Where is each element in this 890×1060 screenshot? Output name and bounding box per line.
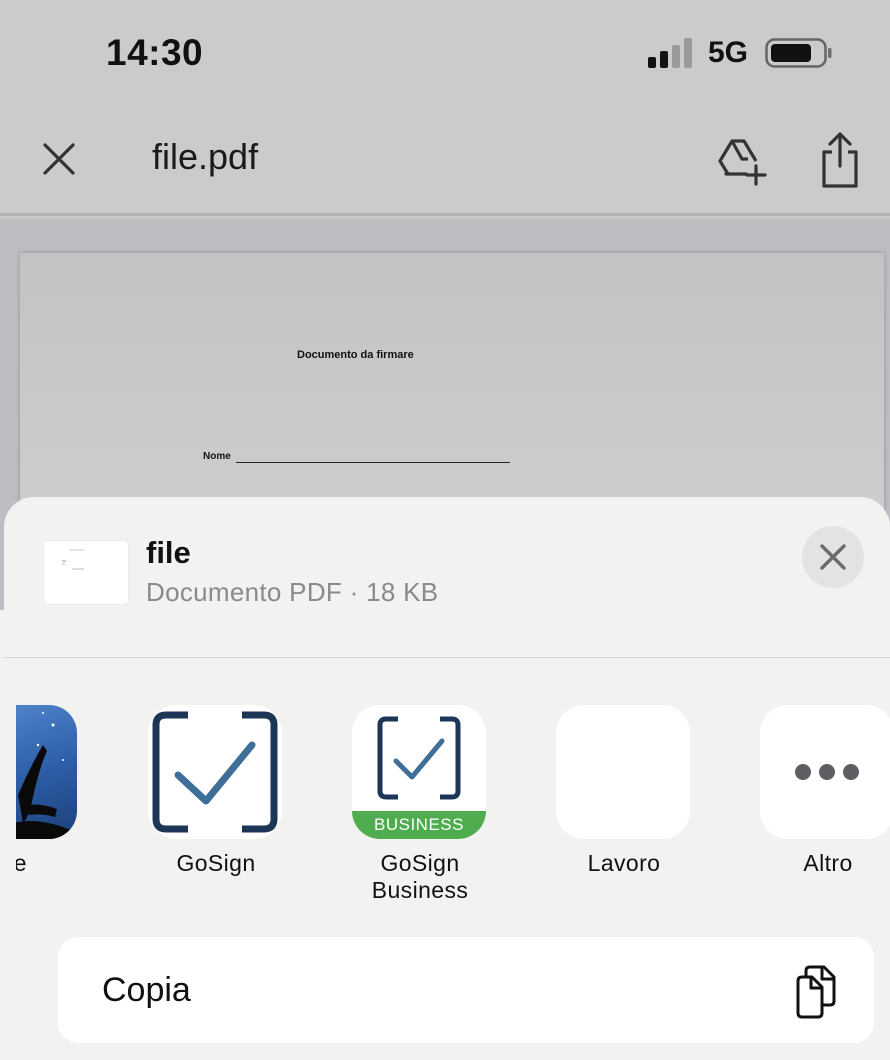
share-app-label: Altro <box>803 850 853 876</box>
share-file-title: file <box>146 535 191 570</box>
network-type: 5G <box>708 36 749 69</box>
copy-action-label: Copia <box>102 971 191 1009</box>
gosign-business-icon: BUSINESS <box>352 705 486 839</box>
more-icon <box>760 705 890 839</box>
battery-icon <box>765 38 832 68</box>
share-sheet-close-button[interactable] <box>802 526 864 588</box>
share-app-row[interactable]: dle GoSign BUSINESS <box>16 658 890 908</box>
lavoro-icon <box>556 705 690 839</box>
share-app-kindle[interactable]: dle <box>16 705 79 876</box>
business-badge: BUSINESS <box>352 811 486 839</box>
viewer-toolbar: file.pdf <box>0 110 890 216</box>
share-app-label: dle <box>16 850 27 876</box>
share-app-gosign[interactable]: GoSign <box>148 705 284 876</box>
thumbnail-preview-icon <box>62 549 84 570</box>
status-bar: 14:30 5G <box>0 0 890 110</box>
share-icon[interactable] <box>818 130 862 190</box>
copy-icon <box>796 965 836 1019</box>
document-name-label: Nome <box>203 451 231 462</box>
cellular-signal-icon <box>648 38 692 68</box>
status-time: 14:30 <box>106 32 204 73</box>
share-file-subtitle: Documento PDF · 18 KB <box>146 577 439 607</box>
file-title: file.pdf <box>152 136 259 177</box>
close-icon <box>820 544 846 570</box>
file-thumbnail <box>44 541 128 604</box>
kindle-icon <box>16 705 77 839</box>
share-app-more[interactable]: Altro <box>760 705 890 876</box>
document-name-line <box>236 462 510 463</box>
share-app-label: GoSign Business <box>371 850 469 903</box>
share-app-lavoro[interactable]: Lavoro <box>556 705 692 876</box>
add-to-drive-icon[interactable] <box>714 134 768 188</box>
close-viewer-button[interactable] <box>36 136 82 182</box>
copy-action[interactable]: Copia <box>58 937 874 1043</box>
gosign-icon <box>148 705 282 839</box>
share-app-label: Lavoro <box>587 850 661 876</box>
close-icon <box>43 143 75 175</box>
share-sheet: file Documento PDF · 18 KB dle <box>4 497 890 1060</box>
share-app-label: GoSign <box>176 850 256 876</box>
document-heading: Documento da firmare <box>297 349 414 361</box>
share-app-gosign-business[interactable]: BUSINESS GoSign Business <box>352 705 488 903</box>
